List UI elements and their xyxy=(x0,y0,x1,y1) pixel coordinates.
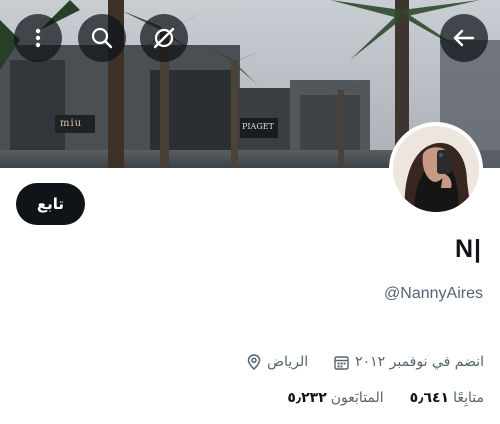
profile-avatar[interactable] xyxy=(389,122,483,216)
back-button[interactable] xyxy=(440,14,488,62)
following-label[interactable]: المتابَعون xyxy=(331,390,384,406)
more-options-button[interactable] xyxy=(14,14,62,62)
search-button[interactable] xyxy=(78,14,126,62)
followers-count[interactable]: ٥٫٦٤١ xyxy=(410,390,449,406)
more-vertical-icon xyxy=(35,28,41,48)
avatar-image xyxy=(393,126,479,212)
grok-icon xyxy=(153,27,175,49)
store-sign-miu: miu xyxy=(60,118,83,129)
following-count[interactable]: ٥٫٢٣٢ xyxy=(287,390,326,406)
location-pin-icon xyxy=(247,354,261,370)
back-arrow-icon xyxy=(453,29,475,47)
joined-date: انضم في نوفمبر ٢٠١٢ xyxy=(355,354,484,370)
profile-meta: الرياض انضم في نوفمبر ٢٠١٢ xyxy=(247,354,484,370)
followers-label[interactable]: متابِعًا xyxy=(453,390,484,406)
display-name: N| xyxy=(454,235,482,263)
search-icon xyxy=(91,27,113,49)
user-handle: @NannyAires xyxy=(384,285,483,302)
follow-button[interactable]: تابع xyxy=(16,183,85,225)
profile-stats: ٥٫٢٣٢ المتابَعون ٥٫٦٤١ متابِعًا xyxy=(287,390,484,406)
store-sign-piaget: PIAGET xyxy=(242,122,274,131)
calendar-icon xyxy=(334,355,349,370)
grok-button[interactable] xyxy=(140,14,188,62)
location-text: الرياض xyxy=(267,354,309,370)
